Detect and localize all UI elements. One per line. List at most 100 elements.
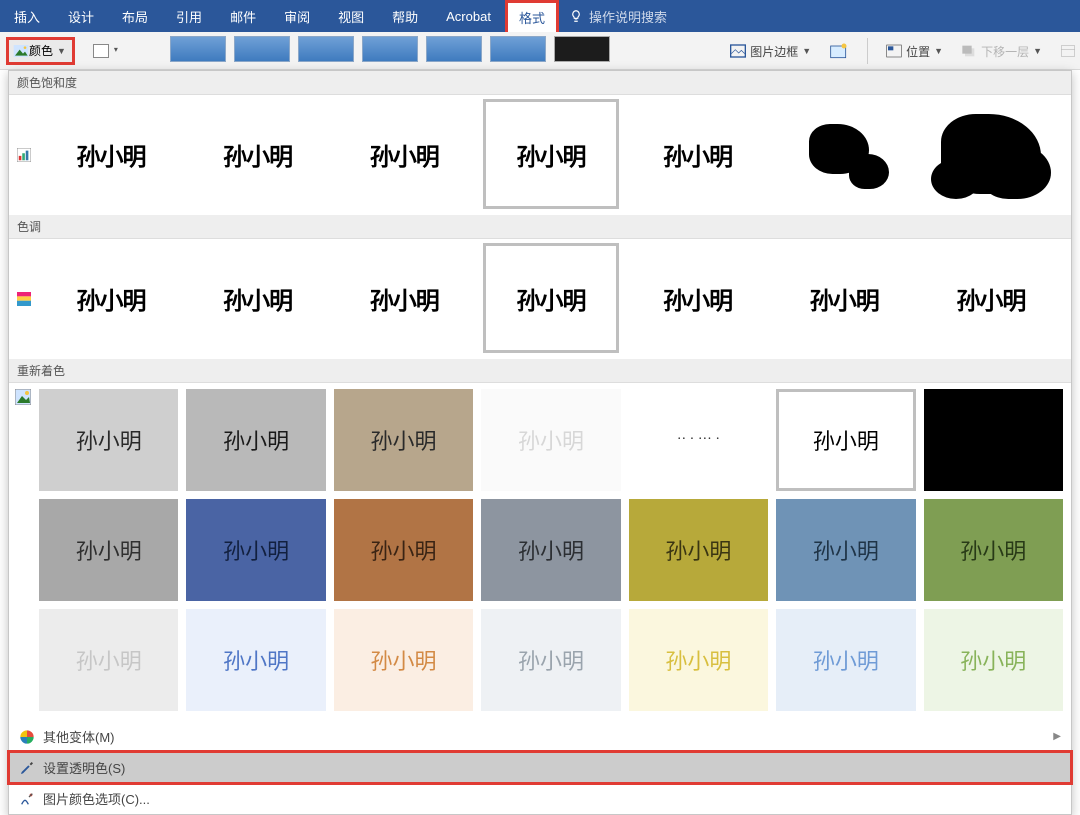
tone-row-option[interactable]: 孙小明 <box>336 243 472 353</box>
sat-row-option[interactable]: 孙小明 <box>483 99 619 209</box>
picture-border-dropdown[interactable]: 图片边框 ▼ <box>730 43 811 60</box>
effects-icon <box>829 42 849 60</box>
picture-style-preset[interactable] <box>234 36 290 62</box>
saturation-row: 孙小明孙小明孙小明孙小明孙小明 <box>9 95 1071 215</box>
section-header-recolor: 重新着色 <box>9 359 1071 383</box>
recolor-section: 孙小明孙小明孙小明孙小明·· · ··· ·孙小明孙小明孙小明孙小明孙小明孙小明… <box>9 383 1071 721</box>
picture-style-preset[interactable] <box>170 36 226 62</box>
recolor-option[interactable]: ·· · ··· · <box>629 389 768 491</box>
sat-row-option[interactable] <box>923 99 1059 209</box>
tab-design[interactable]: 设计 <box>54 0 108 32</box>
recolor-option[interactable]: 孙小明 <box>334 499 473 601</box>
tone-row: 孙小明孙小明孙小明孙小明孙小明孙小明孙小明 <box>9 239 1071 359</box>
more-variations-label: 其他变体(M) <box>43 727 115 746</box>
position-dropdown[interactable]: 位置 ▼ <box>886 43 943 60</box>
picture-icon <box>13 44 29 58</box>
recolor-mini-icon <box>15 389 31 405</box>
recolor-option[interactable]: 孙小明 <box>481 389 620 491</box>
sat-row-option[interactable]: 孙小明 <box>190 99 326 209</box>
recolor-option[interactable]: 孙小明 <box>334 389 473 491</box>
recolor-option[interactable]: 孙小明 <box>629 499 768 601</box>
recolor-option[interactable]: 孙小明 <box>776 389 915 491</box>
recolor-option[interactable]: 孙小明 <box>39 609 178 711</box>
recolor-option[interactable]: 孙小明 <box>481 609 620 711</box>
picture-style-preset[interactable] <box>362 36 418 62</box>
caret-down-icon: ▼ <box>57 46 66 56</box>
color-dropdown-button[interactable]: 颜色 ▼ <box>6 37 75 65</box>
picture-color-options-label: 图片颜色选项(C)... <box>43 789 150 808</box>
selection-pane-icon[interactable] <box>1060 44 1076 58</box>
color-dropdown-label: 颜色 <box>29 42 53 59</box>
tone-row-option[interactable]: 孙小明 <box>190 243 326 353</box>
recolor-option[interactable]: 孙小明 <box>924 609 1063 711</box>
tab-format[interactable]: 格式 <box>505 0 559 32</box>
more-variations-item[interactable]: 其他变体(M) ▶ <box>9 721 1071 752</box>
set-transparent-label: 设置透明色(S) <box>43 758 125 777</box>
section-header-tone: 色调 <box>9 215 1071 239</box>
tone-row-option[interactable]: 孙小明 <box>776 243 912 353</box>
saturation-mini-icon <box>17 148 31 162</box>
format-options-icon <box>19 791 35 807</box>
recolor-option[interactable]: 孙小明 <box>924 499 1063 601</box>
recolor-option[interactable] <box>924 389 1063 491</box>
recolor-option[interactable]: 孙小明 <box>776 499 915 601</box>
caret-down-icon: ▼ <box>1033 46 1042 56</box>
picture-border-icon <box>730 44 746 58</box>
sat-row-option[interactable]: 孙小明 <box>43 99 179 209</box>
tone-mini-icon <box>17 292 31 306</box>
picture-color-options-item[interactable]: 图片颜色选项(C)... <box>9 783 1071 814</box>
color-wheel-icon <box>19 729 35 745</box>
send-backward-icon <box>961 44 977 58</box>
ribbon-tabs: 插入 设计 布局 引用 邮件 审阅 视图 帮助 Acrobat 格式 操作说明搜… <box>0 0 1080 32</box>
recolor-option[interactable]: 孙小明 <box>186 609 325 711</box>
send-backward-label: 下移一层 <box>981 43 1029 60</box>
toolbar-right-group: 图片边框 ▼ 位置 ▼ 下移一层 ▼ <box>730 32 1076 70</box>
send-backward-dropdown[interactable]: 下移一层 ▼ <box>961 43 1042 60</box>
sat-row-option[interactable] <box>776 99 912 209</box>
chevron-right-icon: ▶ <box>1053 731 1061 742</box>
recolor-option[interactable]: 孙小明 <box>776 609 915 711</box>
tone-row-option[interactable]: 孙小明 <box>923 243 1059 353</box>
recolor-option[interactable]: 孙小明 <box>186 389 325 491</box>
lightbulb-icon <box>569 9 583 23</box>
tab-help[interactable]: 帮助 <box>378 0 432 32</box>
format-toolbar: 颜色 ▼ 图片边框 ▼ 位置 ▼ 下移一层 ▼ <box>0 32 1080 70</box>
caret-down-icon: ▼ <box>934 46 943 56</box>
picture-style-preset[interactable] <box>426 36 482 62</box>
pane-icon <box>1060 44 1076 58</box>
tab-insert[interactable]: 插入 <box>0 0 54 32</box>
tone-row-option[interactable]: 孙小明 <box>630 243 766 353</box>
tab-acrobat[interactable]: Acrobat <box>432 0 505 32</box>
tab-mailings[interactable]: 邮件 <box>216 0 270 32</box>
tab-view[interactable]: 视图 <box>324 0 378 32</box>
recolor-option[interactable]: 孙小明 <box>481 499 620 601</box>
picture-effects-icon[interactable] <box>829 42 849 60</box>
recolor-option[interactable]: 孙小明 <box>334 609 473 711</box>
caret-down-icon: ▼ <box>802 46 811 56</box>
picture-style-preset[interactable] <box>490 36 546 62</box>
tab-review[interactable]: 审阅 <box>270 0 324 32</box>
separator <box>867 38 868 64</box>
sat-row-option[interactable]: 孙小明 <box>336 99 472 209</box>
color-dropdown-panel: 颜色饱和度 孙小明孙小明孙小明孙小明孙小明 色调 孙小明孙小明孙小明孙小明孙小明… <box>8 70 1072 815</box>
recolor-option[interactable]: 孙小明 <box>39 389 178 491</box>
picture-style-preset[interactable] <box>554 36 610 62</box>
position-label: 位置 <box>906 43 930 60</box>
recolor-option[interactable]: 孙小明 <box>629 609 768 711</box>
eyedropper-icon <box>19 760 35 776</box>
set-transparent-color-item[interactable]: 设置透明色(S) <box>9 752 1071 783</box>
section-header-saturation: 颜色饱和度 <box>9 71 1071 95</box>
recolor-option[interactable]: 孙小明 <box>186 499 325 601</box>
picture-border-label: 图片边框 <box>750 43 798 60</box>
tone-row-option[interactable]: 孙小明 <box>43 243 179 353</box>
tab-layout[interactable]: 布局 <box>108 0 162 32</box>
tab-references[interactable]: 引用 <box>162 0 216 32</box>
picture-style-preset[interactable] <box>298 36 354 62</box>
tell-me-label: 操作说明搜索 <box>589 7 667 26</box>
position-icon <box>886 44 902 58</box>
recolor-option[interactable]: 孙小明 <box>39 499 178 601</box>
sat-row-option[interactable]: 孙小明 <box>630 99 766 209</box>
tell-me-search[interactable]: 操作说明搜索 <box>569 0 667 32</box>
artistic-effects-button[interactable] <box>93 44 109 58</box>
tone-row-option[interactable]: 孙小明 <box>483 243 619 353</box>
